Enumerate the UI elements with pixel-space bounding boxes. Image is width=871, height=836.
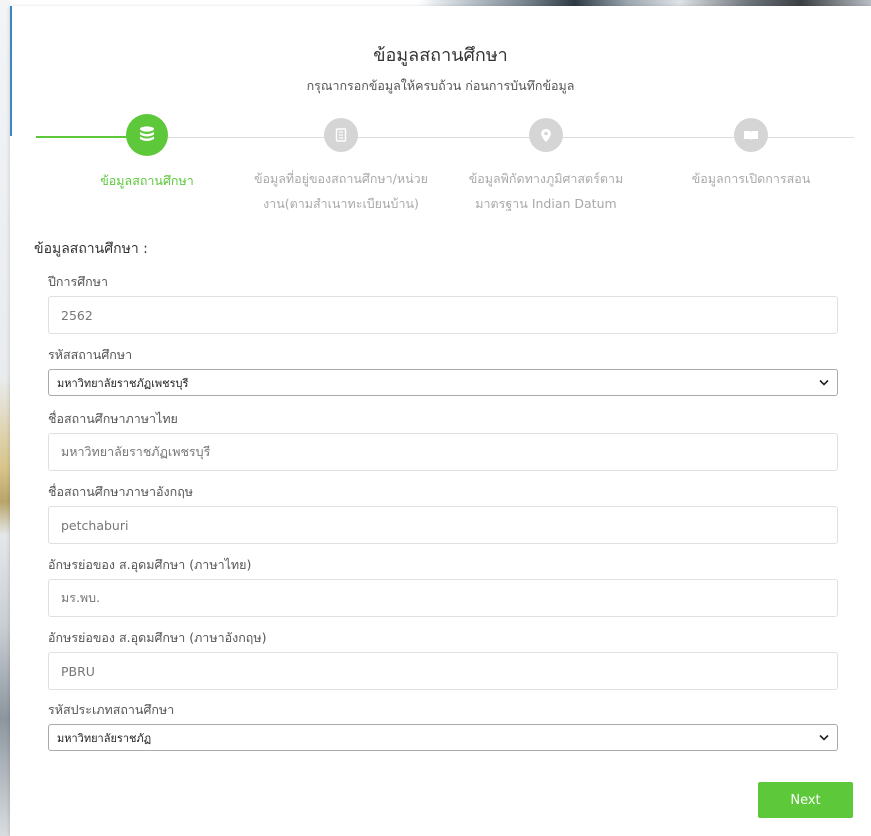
institution-code-selected: มหาวิทยาลัยราชภัฏเพชรบุรี (57, 376, 189, 390)
academic-year-input[interactable]: 2562 (48, 296, 838, 334)
name-en-label: ชื่อสถานศึกษาภาษาอังกฤษ (48, 484, 194, 499)
institution-code-select[interactable]: มหาวิทยาลัยราชภัฏเพชรบุรี (48, 369, 838, 396)
chevron-down-icon (819, 734, 829, 741)
step-label: ข้อมูลที่อยู่ของสถานศึกษา/หน่วย งาน(ตามส… (253, 171, 429, 211)
page-subtitle: กรุณากรอกข้อมูลให้ครบถ้วน ก่อนการบันทึกข… (306, 78, 575, 93)
form-card: ข้อมูลสถานศึกษา กรุณากรอกข้อมูลให้ครบถ้ว… (10, 6, 871, 836)
next-button[interactable]: Next (758, 782, 853, 818)
step-address-info[interactable]: ข้อมูลที่อยู่ของสถานศึกษา/หน่วย งาน(ตามส… (236, 118, 446, 216)
abbr-en-label: อักษรย่อของ ส.อุดมศึกษา (ภาษาอังกฤษ) (48, 630, 267, 645)
abbr-en-input[interactable]: PBRU (48, 652, 838, 690)
abbr-th-input[interactable]: มร.พบ. (48, 579, 838, 617)
academic-year-label: ปีการศึกษา (48, 274, 108, 289)
chevron-down-icon (819, 379, 829, 386)
step-institution-info[interactable]: ข้อมูลสถานศึกษา (42, 114, 252, 193)
institution-code-label: รหัสสถานศึกษา (48, 347, 133, 362)
card-accent-edge (10, 6, 12, 136)
step-geo-coordinates[interactable]: ข้อมูลพิกัดทางภูมิศาสตร์ตาม มาตรฐาน Indi… (441, 118, 651, 216)
institution-type-selected: มหาวิทยาลัยราชภัฏ (57, 731, 152, 745)
name-en-input[interactable]: petchaburi (48, 506, 838, 544)
abbr-th-label: อักษรย่อของ ส.อุดมศึกษา (ภาษาไทย) (48, 557, 252, 572)
database-icon (126, 114, 168, 156)
map-pin-icon (529, 118, 563, 152)
name-th-label: ชื่อสถานศึกษาภาษาไทย (48, 411, 178, 426)
step-label: ข้อมูลพิกัดทางภูมิศาสตร์ตาม มาตรฐาน Indi… (468, 171, 624, 211)
page-title: ข้อมูลสถานศึกษา (373, 45, 508, 66)
institution-type-label: รหัสประเภทสถานศึกษา (48, 702, 175, 717)
step-teaching-info[interactable]: ข้อมูลการเปิดการสอน (646, 118, 856, 191)
name-th-input[interactable]: มหาวิทยาลัยราชภัฏเพชรบุรี (48, 433, 838, 471)
step-label: ข้อมูลสถานศึกษา (100, 173, 194, 188)
institution-type-select[interactable]: มหาวิทยาลัยราชภัฏ (48, 724, 838, 751)
building-icon (324, 118, 358, 152)
book-icon (734, 118, 768, 152)
section-title: ข้อมูลสถานศึกษา : (34, 241, 148, 257)
step-label: ข้อมูลการเปิดการสอน (691, 171, 811, 186)
background-left-strip (0, 0, 10, 836)
